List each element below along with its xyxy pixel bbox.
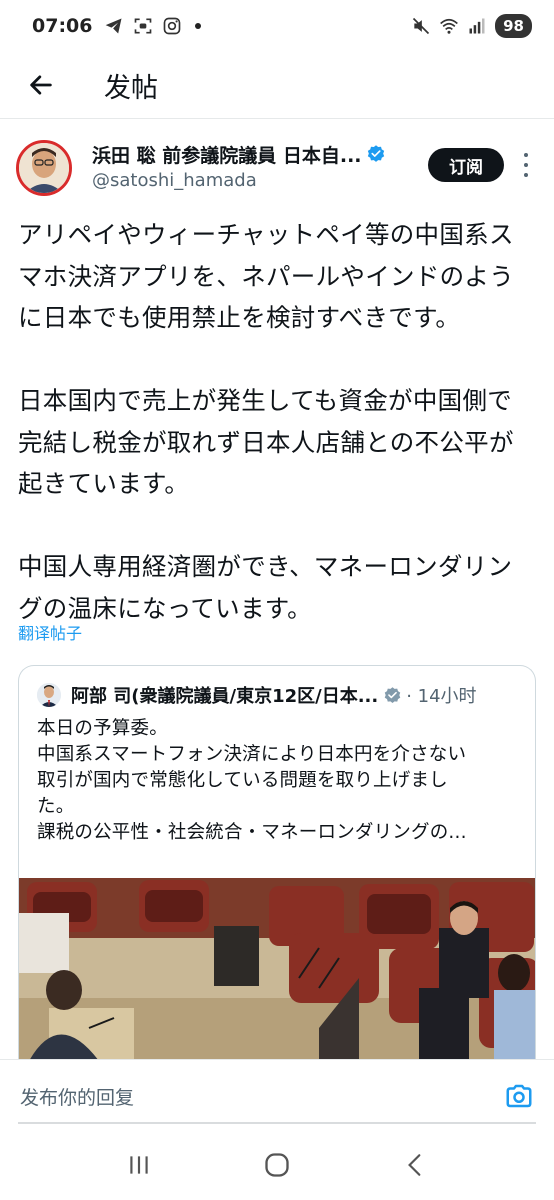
post-body: アリペイやウィーチャットペイ等の中国系ス マホ決済アプリを、ネパールやインドのよ… [18,214,540,629]
page-title: 发帖 [104,72,158,104]
mute-icon [413,17,430,35]
subscribe-button[interactable]: 订阅 [428,148,504,182]
reply-bar: 发布你的回复 [0,1068,554,1124]
post-line: アリペイやウィーチャットペイ等の中国系ス [18,220,514,249]
telegram-icon [106,18,122,34]
back-icon [408,1154,421,1176]
home-icon [265,1153,289,1177]
quoted-verified-badge-icon [384,686,401,703]
post-line: に日本でも使用禁止を検討すべきです。 [18,303,461,332]
system-back-button[interactable] [395,1145,435,1185]
verified-badge-icon [367,145,384,162]
quoted-post-time: · 14小时 [406,686,477,707]
translate-post-link[interactable]: 翻译帖子 [18,620,82,644]
reply-input[interactable]: 发布你的回复 [20,1083,134,1110]
post-line: マホ決済アプリを、ネパールやインドのよう [18,261,514,291]
header-divider [0,118,554,119]
content-divider [0,1059,554,1060]
wifi-icon [440,18,459,34]
quoted-line: 中国系スマートフォン決済により日本円を介さない [37,744,467,765]
post-paragraph: 中国人専用経済圏ができ、マネーロンダリン グの温床になっています。 [18,546,540,629]
screenshot-icon [135,18,152,34]
recent-apps-button[interactable] [119,1145,159,1185]
quoted-line: た。 [37,796,75,817]
quoted-post-text: 本日の予算委。 中国系スマートフォン決済により日本円を介さない 取引が国内で常態… [19,716,535,846]
author-avatar[interactable] [16,140,72,196]
camera-icon[interactable] [504,1081,534,1111]
post-line: 日本国内で売上が発生しても資金が中国側で [18,386,513,415]
home-button[interactable] [257,1145,297,1185]
system-nav-bar [0,1130,554,1200]
quoted-post-card[interactable]: 阿部 司(衆議院議員/東京12区/日本... · 14小时 本日の予算委。 中国… [18,665,536,1060]
quoted-line: 課税の公平性・社会統合・マネーロンダリングの... [37,822,467,843]
parliament-photo [19,878,535,1060]
status-icons-right: 98 [411,14,532,38]
page-header: 发帖 [0,52,554,118]
post-line: 起きています。 [18,469,190,498]
quoted-author-avatar [37,683,61,707]
instagram-icon [164,17,181,35]
post-line: 中国人専用経済圏ができ、マネーロンダリン [18,552,513,581]
post-line: 完結し税金が取れず日本人店舗との不公平が [18,427,514,457]
quoted-post-image[interactable] [19,878,535,1060]
author-handle[interactable]: @satoshi_hamada [92,170,392,191]
quoted-line: 取引が国内で常態化している問題を取り上げまし [37,770,448,791]
arrow-left-icon [30,75,52,95]
quoted-line: 本日の予算委。 [37,718,168,739]
status-time: 07:06 [32,15,93,37]
post-line: グの温床になっています。 [18,593,312,623]
post-paragraph: アリペイやウィーチャットペイ等の中国系ス マホ決済アプリを、ネパールやインドのよ… [18,214,540,339]
author-info: 浜田 聡 前参議院議員 日本自... @satoshi_hamada [92,140,392,191]
signal-icon [469,18,485,34]
quoted-author-name: 阿部 司(衆議院議員/東京12区/日本... [71,686,379,707]
author-avatar-image [19,143,69,193]
reply-underline [18,1122,536,1124]
notification-dot [195,23,202,29]
status-icons-left [104,16,202,36]
battery-indicator: 98 [495,14,532,38]
status-bar: 07:06 98 [0,0,554,52]
post-author-row: 浜田 聡 前参議院議員 日本自... @satoshi_hamada 订阅 [16,140,540,202]
back-button[interactable] [24,68,58,102]
post-paragraph: 日本国内で売上が発生しても資金が中国側で 完結し税金が取れず日本人店舗との不公平… [18,380,540,505]
more-options-icon[interactable] [516,150,536,180]
author-name-line: 浜田 聡 前参議院議員 日本自... [92,140,392,168]
author-name[interactable]: 浜田 聡 前参議院議員 日本自... [92,141,362,168]
recent-apps-icon [130,1156,148,1174]
